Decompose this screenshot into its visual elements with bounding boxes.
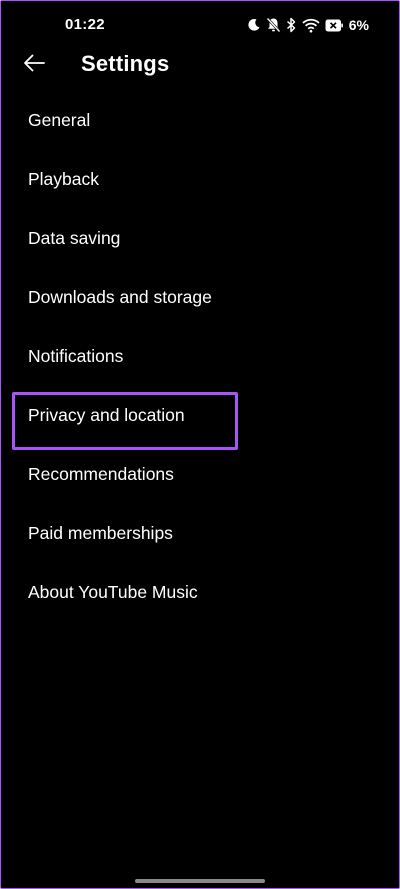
back-button[interactable] xyxy=(18,49,50,81)
phone-screen: 01:22 6% Settings General Playback Data … xyxy=(0,0,400,889)
settings-item-about-youtube-music[interactable]: About YouTube Music xyxy=(1,563,399,622)
settings-item-playback[interactable]: Playback xyxy=(1,150,399,209)
wifi-icon xyxy=(302,18,320,33)
gesture-nav-handle[interactable] xyxy=(135,879,265,883)
page-title: Settings xyxy=(81,51,170,76)
settings-item-general[interactable]: General xyxy=(1,91,399,150)
settings-item-paid-memberships[interactable]: Paid memberships xyxy=(1,504,399,563)
arrow-left-icon xyxy=(23,54,45,77)
settings-list: General Playback Data saving Downloads a… xyxy=(1,91,399,622)
settings-item-label: Playback xyxy=(28,169,100,189)
status-icons: 6% xyxy=(247,15,369,35)
settings-item-label: Paid memberships xyxy=(28,523,173,543)
settings-item-label: Downloads and storage xyxy=(28,287,212,307)
moon-icon xyxy=(247,18,261,32)
settings-item-privacy-and-location[interactable]: Privacy and location xyxy=(1,386,399,445)
settings-item-downloads-and-storage[interactable]: Downloads and storage xyxy=(1,268,399,327)
settings-item-label: Notifications xyxy=(28,346,124,366)
bluetooth-icon xyxy=(286,17,297,33)
settings-item-label: Data saving xyxy=(28,228,121,248)
settings-item-label: About YouTube Music xyxy=(28,582,198,602)
settings-item-label: General xyxy=(28,110,91,130)
battery-percent: 6% xyxy=(348,17,369,33)
battery-icon xyxy=(325,18,343,33)
settings-item-recommendations[interactable]: Recommendations xyxy=(1,445,399,504)
settings-item-label: Recommendations xyxy=(28,464,174,484)
bell-off-icon xyxy=(266,17,281,33)
settings-item-data-saving[interactable]: Data saving xyxy=(1,209,399,268)
app-bar: Settings xyxy=(1,41,399,89)
status-time: 01:22 xyxy=(65,16,105,33)
settings-item-notifications[interactable]: Notifications xyxy=(1,327,399,386)
settings-item-label: Privacy and location xyxy=(28,405,185,425)
